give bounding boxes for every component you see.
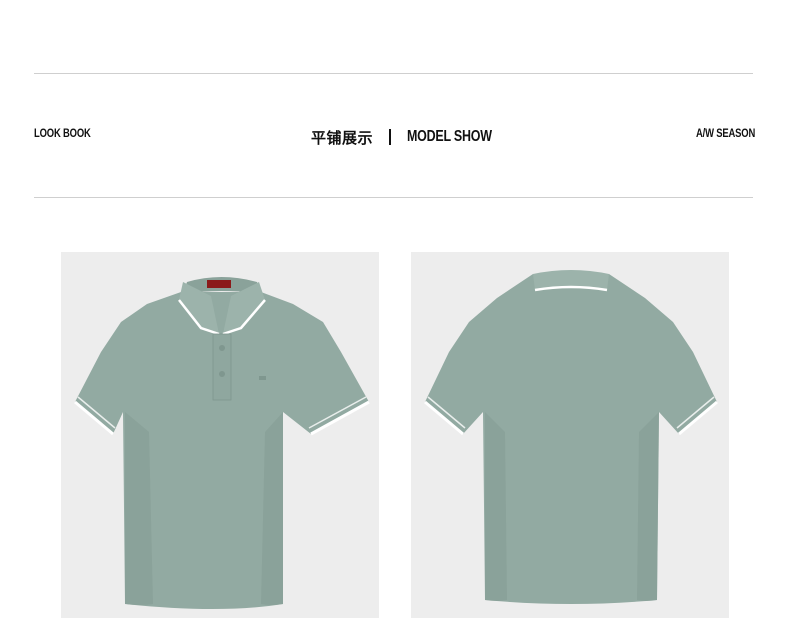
section-title-chinese: 平铺展示 — [310, 128, 373, 147]
product-photo-back[interactable] — [411, 252, 729, 618]
bottom-divider — [34, 197, 753, 198]
season-label: A/W SEASON — [695, 128, 755, 140]
title-separator — [389, 129, 391, 145]
polo-shirt-back-icon — [424, 270, 718, 604]
section-title: 平铺展示 MODEL SHOW — [0, 124, 790, 150]
top-divider — [34, 73, 753, 74]
polo-shirt-front-icon — [74, 277, 370, 609]
product-photo-front[interactable] — [61, 252, 379, 618]
lookbook-header: LOOK BOOK 平铺展示 MODEL SHOW A/W SEASON — [0, 124, 790, 150]
section-title-english: MODEL SHOW — [407, 128, 492, 145]
